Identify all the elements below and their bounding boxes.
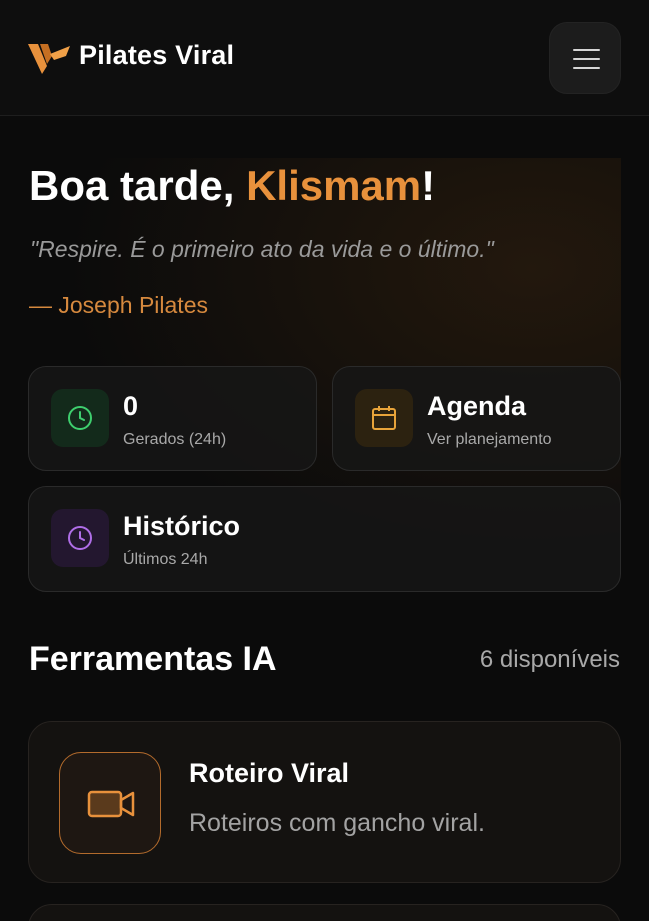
daily-quote: "Respire. É o primeiro ato da vida e o ú…: [30, 236, 494, 262]
tools-count: 6 disponíveis: [479, 646, 620, 673]
clock-icon: [51, 509, 109, 567]
greeting-prefix: Boa tarde,: [29, 162, 247, 209]
menu-button[interactable]: [549, 22, 621, 94]
history-title: Histórico: [123, 511, 241, 541]
generated-label: Gerados (24h): [123, 431, 227, 448]
tool-description: Roteiros com gancho viral.: [189, 809, 485, 837]
agenda-title: Agenda: [427, 391, 527, 421]
greeting: Boa tarde, Klismam!: [29, 162, 435, 210]
tool-card-roteiro-viral[interactable]: Roteiro Viral Roteiros com gancho viral.: [28, 721, 621, 883]
tool-title: Roteiro Viral: [189, 758, 350, 788]
agenda-label: Ver planejamento: [427, 431, 552, 448]
user-name: Klismam: [246, 162, 422, 209]
greeting-suffix: !: [421, 162, 436, 209]
pilates-viral-logo: [28, 44, 70, 74]
brand-name[interactable]: Pilates Viral: [79, 40, 234, 71]
tools-section-title: Ferramentas IA: [29, 640, 277, 678]
tool-card-next[interactable]: [28, 904, 621, 921]
hamburger-line: [573, 67, 600, 69]
quote-author: — Joseph Pilates: [29, 292, 208, 318]
hamburger-line: [573, 58, 600, 60]
clock-icon: [51, 389, 109, 447]
stat-card-history[interactable]: Histórico Últimos 24h: [28, 486, 621, 592]
calendar-icon: [355, 389, 413, 447]
stat-card-generated[interactable]: 0 Gerados (24h): [28, 366, 317, 471]
app-header: Pilates Viral: [0, 0, 649, 116]
stat-card-agenda[interactable]: Agenda Ver planejamento: [332, 366, 621, 471]
hamburger-icon: [573, 49, 600, 51]
generated-count: 0: [123, 391, 139, 421]
video-camera-icon: [59, 752, 161, 854]
history-label: Últimos 24h: [123, 551, 208, 568]
